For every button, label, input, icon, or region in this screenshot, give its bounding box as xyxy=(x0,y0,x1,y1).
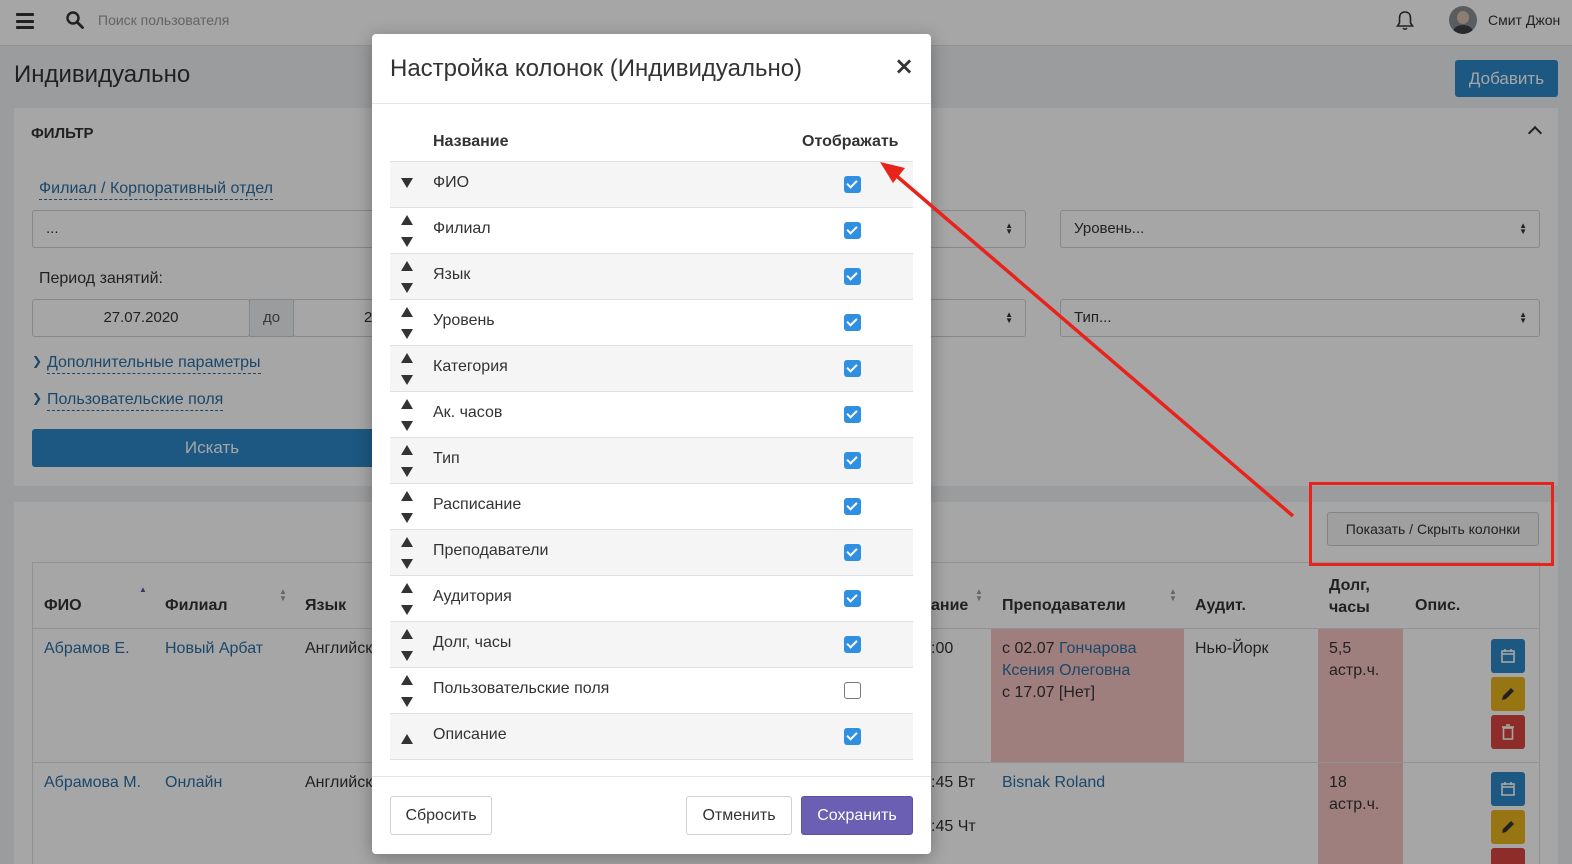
annotation-arrow xyxy=(880,162,1295,518)
